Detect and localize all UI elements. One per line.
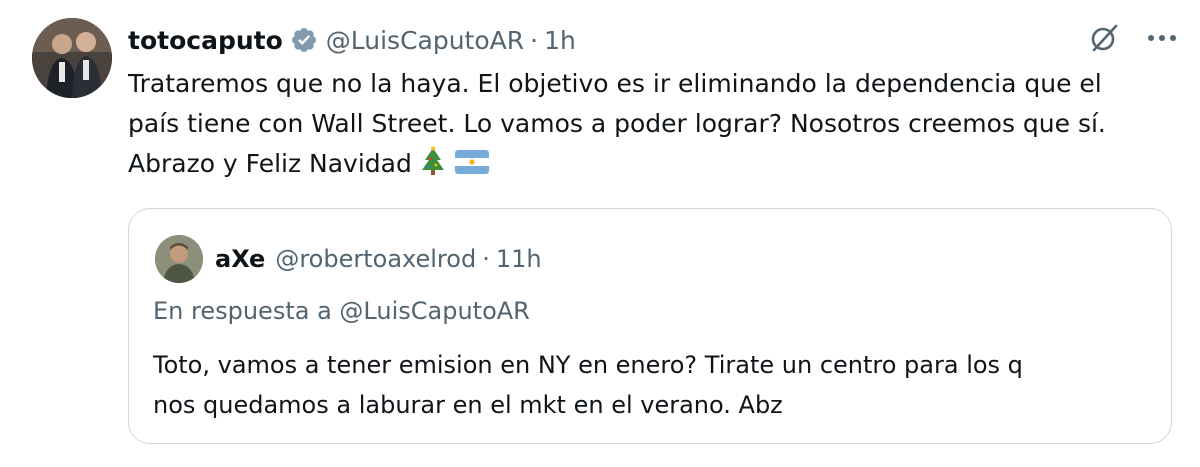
quoted-text-line: Toto, vamos a tener emision en NY en ene… xyxy=(153,351,1023,379)
tweet-actions xyxy=(1064,20,1180,56)
grok-icon[interactable] xyxy=(1086,20,1122,56)
quoted-tweet-header: aXe @robertoaxelrod · 11h xyxy=(215,239,542,279)
more-icon[interactable] xyxy=(1144,20,1180,56)
tweet-text: Trataremos que no la haya. El objetivo e… xyxy=(128,64,1168,188)
author-handle[interactable]: @LuisCaputoAR xyxy=(326,26,524,55)
quoted-author-name[interactable]: aXe xyxy=(215,245,265,273)
quoted-timestamp[interactable]: 11h xyxy=(496,245,542,273)
quoted-tweet-text: Toto, vamos a tener emision en NY en ene… xyxy=(153,345,1023,425)
tweet-text-line: Abrazo y Feliz Navidad xyxy=(128,149,412,178)
author-avatar[interactable] xyxy=(32,18,112,98)
tweet-text-line: país tiene con Wall Street. Lo vamos a p… xyxy=(128,109,1106,138)
timestamp[interactable]: 1h xyxy=(544,26,576,55)
verified-badge-icon[interactable] xyxy=(290,26,318,54)
quoted-text-line: nos quedamos a laburar en el mkt en el v… xyxy=(153,391,783,419)
quoted-author-avatar[interactable] xyxy=(155,235,203,283)
quoted-author-handle[interactable]: @robertoaxelrod xyxy=(275,245,476,273)
reply-to-label[interactable]: En respuesta a @LuisCaputoAR xyxy=(153,297,530,325)
separator-dot: · xyxy=(482,245,490,273)
tweet-header: totocaputo @LuisCaputoAR · 1h xyxy=(128,20,576,60)
christmas-tree-emoji xyxy=(418,146,448,188)
tweet-text-line-last: Abrazo y Feliz Navidad xyxy=(128,144,1168,188)
quoted-tweet[interactable]: aXe @robertoaxelrod · 11h En respuesta a… xyxy=(128,208,1172,444)
argentina-flag-emoji xyxy=(454,148,490,188)
separator-dot: · xyxy=(530,25,539,55)
tweet-text-line: Trataremos que no la haya. El objetivo e… xyxy=(128,69,1102,98)
author-name[interactable]: totocaputo xyxy=(128,26,283,55)
